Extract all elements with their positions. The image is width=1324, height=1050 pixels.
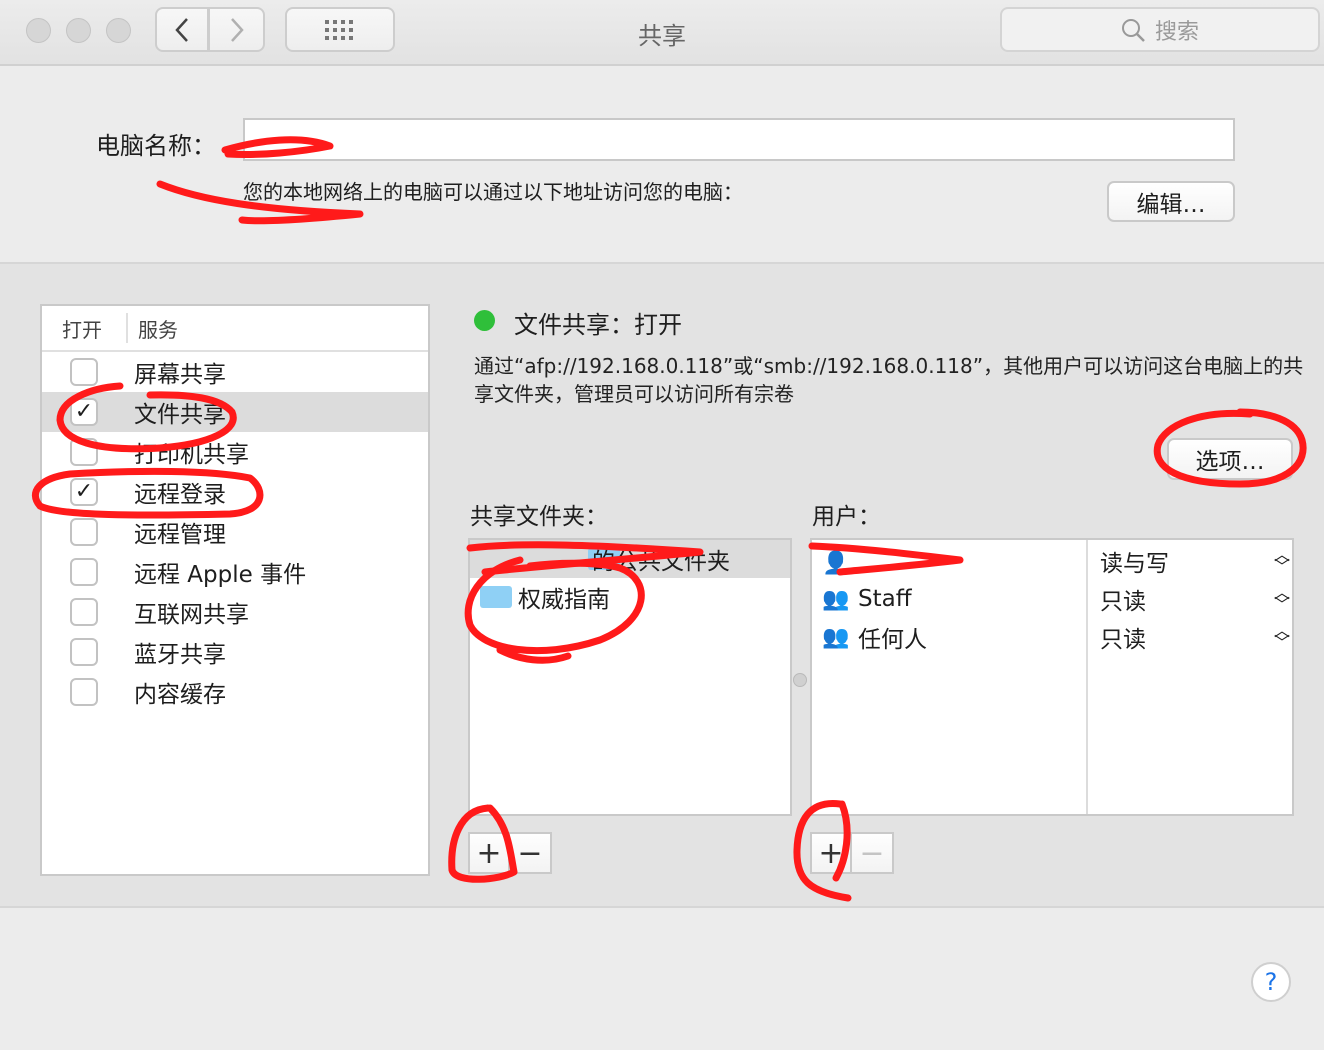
- service-checkbox[interactable]: [70, 358, 98, 386]
- services-list-header: 打开 服务: [42, 306, 428, 352]
- permission-select[interactable]: 读与写 ︿ ﹀: [1100, 542, 1290, 580]
- service-label: 远程登录: [134, 482, 226, 508]
- minimize-window-button[interactable]: [66, 18, 91, 43]
- service-row-bluetooth-sharing[interactable]: 蓝牙共享: [42, 632, 428, 672]
- service-checkbox[interactable]: ✓: [70, 478, 98, 506]
- service-checkbox[interactable]: [70, 438, 98, 466]
- list-item[interactable]: 的公共文件夹: [470, 540, 790, 578]
- updown-arrows-icon: ︿ ﹀: [1273, 583, 1290, 614]
- grid-icon: [325, 19, 353, 40]
- chevron-left-icon: [175, 17, 188, 42]
- updown-arrows-icon: ︿ ﹀: [1273, 545, 1290, 576]
- folder-icon: [480, 586, 512, 608]
- permission-select[interactable]: 只读 ︿ ﹀: [1100, 618, 1290, 656]
- user-icon: 👤: [822, 550, 850, 576]
- service-row-screen-sharing[interactable]: 屏幕共享: [42, 352, 428, 392]
- group-row-staff[interactable]: 👥 Staff: [822, 580, 1082, 618]
- column-service-header: 服务: [138, 317, 178, 342]
- service-row-printer-sharing[interactable]: 打印机共享: [42, 432, 428, 472]
- chevron-right-icon: [230, 17, 244, 42]
- checkmark-icon: ✓: [74, 399, 94, 424]
- service-label: 屏幕共享: [134, 362, 226, 388]
- status-text: 文件共享：打开: [514, 311, 682, 339]
- shared-folders-list: 的公共文件夹 权威指南: [468, 538, 792, 816]
- computer-name-label: 电脑名称：: [96, 132, 216, 160]
- remove-folder-button[interactable]: −: [510, 832, 552, 874]
- options-button[interactable]: 选项…: [1167, 438, 1293, 480]
- service-row-remote-login[interactable]: ✓ 远程登录: [42, 472, 428, 512]
- service-row-internet-sharing[interactable]: 互联网共享: [42, 592, 428, 632]
- service-checkbox[interactable]: [70, 518, 98, 546]
- status-indicator: [474, 310, 495, 331]
- group-row-everyone[interactable]: 👥 任何人: [822, 618, 1082, 656]
- search-icon: [1121, 18, 1145, 42]
- user-add-remove: + −: [810, 832, 894, 874]
- search-placeholder: 搜索: [1154, 19, 1199, 45]
- service-row-file-sharing[interactable]: ✓ 文件共享: [42, 392, 428, 432]
- service-checkbox[interactable]: ✓: [70, 398, 98, 426]
- service-checkbox[interactable]: [70, 598, 98, 626]
- user-name: 任何人: [858, 627, 927, 653]
- permission-select[interactable]: 只读 ︿ ﹀: [1100, 580, 1290, 618]
- everyone-icon: 👥: [822, 624, 850, 650]
- checkmark-icon: ✓: [74, 479, 94, 504]
- user-row[interactable]: 👤: [822, 544, 1082, 582]
- service-label: 文件共享: [134, 402, 226, 428]
- service-label: 远程管理: [134, 522, 226, 548]
- service-label: 内容缓存: [134, 682, 226, 708]
- user-name: Staff: [858, 586, 912, 612]
- computer-name-input[interactable]: [243, 118, 1235, 161]
- users-label: 用户：: [812, 504, 881, 530]
- forward-button[interactable]: [209, 7, 265, 52]
- service-label: 互联网共享: [134, 602, 249, 628]
- updown-arrows-icon: ︿ ﹀: [1273, 621, 1290, 652]
- add-folder-button[interactable]: +: [468, 832, 510, 874]
- column-divider: [1086, 540, 1088, 814]
- address-description: 您的本地网络上的电脑可以通过以下地址访问您的电脑：: [243, 180, 743, 204]
- service-checkbox[interactable]: [70, 638, 98, 666]
- service-row-remote-management[interactable]: 远程管理: [42, 512, 428, 552]
- window-title: 共享: [638, 22, 686, 50]
- add-user-button[interactable]: +: [810, 832, 852, 874]
- help-button[interactable]: ?: [1251, 962, 1291, 1002]
- back-button[interactable]: [155, 7, 209, 52]
- show-all-button[interactable]: [285, 7, 395, 52]
- folder-name: 的公共文件夹: [592, 549, 730, 575]
- column-on-header: 打开: [42, 313, 128, 343]
- service-row-content-caching[interactable]: 内容缓存: [42, 672, 428, 712]
- close-window-button[interactable]: [26, 18, 51, 43]
- service-label: 打印机共享: [134, 442, 249, 468]
- service-label: 远程 Apple 事件: [134, 562, 307, 588]
- permission-value: 只读: [1100, 627, 1146, 653]
- folder-add-remove: + −: [468, 832, 552, 874]
- remove-user-button[interactable]: −: [852, 832, 894, 874]
- split-handle[interactable]: [793, 673, 807, 687]
- services-list: 打开 服务 屏幕共享 ✓ 文件共享 打印机共享 ✓ 远程登录 远程管理 远程 A…: [40, 304, 430, 876]
- permission-value: 读与写: [1100, 551, 1169, 577]
- service-checkbox[interactable]: [70, 678, 98, 706]
- status-description: 通过“afp://192.168.0.118”或“smb://192.168.0…: [474, 354, 1304, 406]
- group-icon: 👥: [822, 586, 850, 612]
- search-field[interactable]: 搜索: [1000, 7, 1320, 52]
- service-label: 蓝牙共享: [134, 642, 226, 668]
- folder-name: 权威指南: [518, 587, 610, 613]
- zoom-window-button[interactable]: [106, 18, 131, 43]
- service-row-remote-apple-events[interactable]: 远程 Apple 事件: [42, 552, 428, 592]
- edit-button[interactable]: 编辑…: [1107, 181, 1235, 222]
- list-item[interactable]: 权威指南: [470, 578, 790, 616]
- permission-value: 只读: [1100, 589, 1146, 615]
- shared-folders-label: 共享文件夹：: [470, 504, 608, 530]
- users-list: 👤 👥 Staff 👥 任何人 读与写 ︿ ﹀ 只读 ︿ ﹀ 只读 ︿ ﹀: [810, 538, 1294, 816]
- service-checkbox[interactable]: [70, 558, 98, 586]
